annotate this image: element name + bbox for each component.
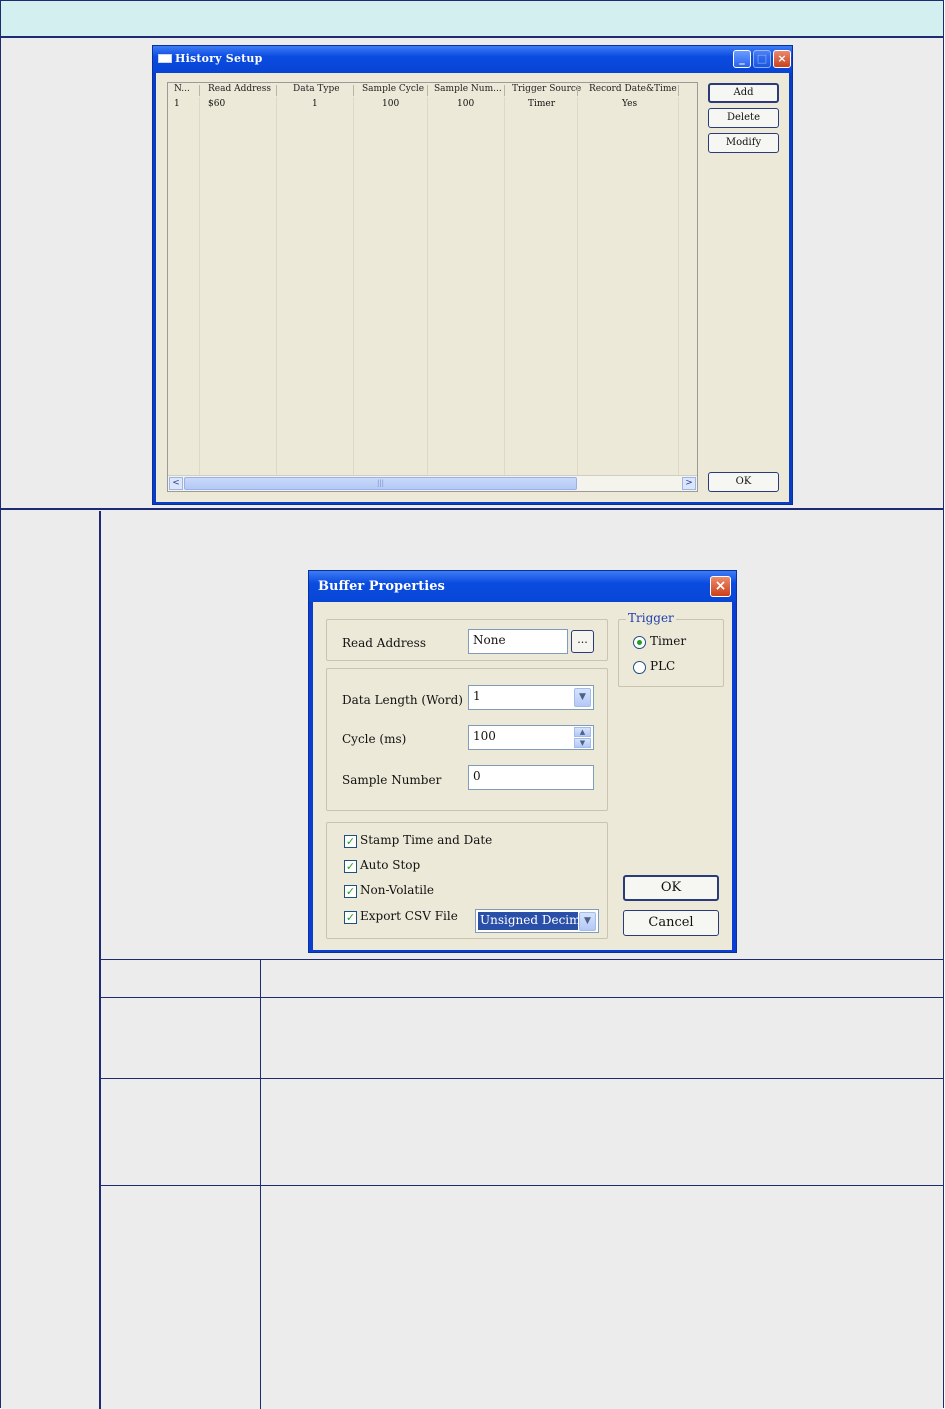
column-header-sample-num[interactable]: Sample Num... bbox=[434, 84, 502, 94]
browse-address-button[interactable]: ... bbox=[571, 630, 594, 653]
minimize-button[interactable]: _ bbox=[733, 50, 751, 68]
spin-up-icon[interactable]: ▲ bbox=[574, 727, 591, 737]
history-setup-window: History Setup _ □ × N... Read Address Da… bbox=[152, 45, 793, 505]
auto-stop-checkbox[interactable]: ✓ bbox=[344, 860, 357, 873]
data-length-dropdown[interactable]: 1 ▼ bbox=[468, 685, 594, 710]
non-volatile-checkbox[interactable]: ✓ bbox=[344, 885, 357, 898]
read-address-label: Read Address bbox=[342, 636, 426, 650]
cancel-button[interactable]: Cancel bbox=[623, 910, 719, 936]
history-setup-titlebar[interactable]: History Setup _ □ × bbox=[153, 46, 792, 73]
trigger-plc-label[interactable]: PLC bbox=[650, 659, 675, 673]
cycle-label: Cycle (ms) bbox=[342, 732, 407, 746]
modify-button[interactable]: Modify bbox=[708, 133, 779, 153]
history-table[interactable]: N... Read Address Data Type Sample Cycle… bbox=[167, 82, 698, 492]
stamp-time-label[interactable]: Stamp Time and Date bbox=[360, 833, 492, 847]
window-title: History Setup bbox=[175, 52, 263, 65]
non-volatile-label[interactable]: Non-Volatile bbox=[360, 883, 434, 897]
dialog-close-button[interactable]: × bbox=[710, 576, 731, 597]
page-frame: History Setup _ □ × N... Read Address Da… bbox=[0, 0, 944, 1409]
cell-sample-num: 100 bbox=[457, 99, 475, 109]
auto-stop-label[interactable]: Auto Stop bbox=[360, 858, 420, 872]
cell-read-address: $60 bbox=[208, 99, 226, 109]
radio-selected-icon bbox=[637, 640, 642, 645]
ok-button[interactable]: OK bbox=[623, 875, 719, 901]
trigger-legend: Trigger bbox=[626, 611, 676, 625]
stamp-time-checkbox[interactable]: ✓ bbox=[344, 835, 357, 848]
trigger-timer-radio[interactable] bbox=[633, 636, 646, 649]
cell-record-datetime: Yes bbox=[622, 99, 638, 109]
sample-number-label: Sample Number bbox=[342, 773, 442, 787]
maximize-icon: □ bbox=[756, 52, 768, 65]
column-header-read-address[interactable]: Read Address bbox=[208, 84, 271, 94]
add-button[interactable]: Add bbox=[708, 83, 779, 103]
cycle-stepper[interactable]: 100 ▲ ▼ bbox=[468, 725, 594, 750]
column-header-record-datetime[interactable]: Record Date&Time bbox=[589, 84, 677, 94]
close-icon: × bbox=[714, 578, 727, 594]
dialog-title: Buffer Properties bbox=[318, 579, 445, 594]
check-icon: ✓ bbox=[345, 911, 356, 924]
column-header-n[interactable]: N... bbox=[174, 84, 190, 94]
buffer-properties-body: Read Address None ... Trigger Timer PLC … bbox=[313, 602, 732, 950]
cell-n: 1 bbox=[174, 99, 180, 109]
scroll-thumb[interactable]: ||| bbox=[184, 477, 577, 490]
buffer-properties-dialog: Buffer Properties × Read Address None ..… bbox=[308, 570, 737, 953]
column-header-data-type[interactable]: Data Type bbox=[293, 84, 340, 94]
column-header-sample-cycle[interactable]: Sample Cycle bbox=[362, 84, 424, 94]
chevron-down-icon[interactable]: ▼ bbox=[579, 912, 596, 931]
sample-number-field[interactable]: 0 bbox=[468, 765, 594, 790]
delete-button[interactable]: Delete bbox=[708, 108, 779, 128]
trigger-timer-label[interactable]: Timer bbox=[650, 634, 686, 648]
export-csv-label[interactable]: Export CSV File bbox=[360, 909, 458, 923]
spin-down-icon[interactable]: ▼ bbox=[574, 738, 591, 748]
horizontal-scrollbar[interactable]: < ||| > bbox=[168, 475, 697, 491]
cycle-value: 100 bbox=[473, 729, 496, 743]
read-address-field[interactable]: None bbox=[468, 629, 568, 654]
data-length-label: Data Length (Word) bbox=[342, 693, 463, 707]
csv-format-dropdown[interactable]: Unsigned Decimal ▼ bbox=[475, 909, 599, 933]
cell-trigger-source: Timer bbox=[528, 99, 556, 109]
csv-format-value: Unsigned Decimal bbox=[478, 912, 578, 930]
table-header: N... Read Address Data Type Sample Cycle… bbox=[168, 83, 697, 97]
column-header-trigger-source[interactable]: Trigger Source bbox=[512, 84, 581, 94]
close-icon: × bbox=[777, 52, 787, 65]
scroll-right-icon[interactable]: > bbox=[682, 477, 696, 490]
window-app-icon bbox=[158, 54, 172, 63]
minimize-icon: _ bbox=[739, 52, 745, 65]
trigger-group bbox=[618, 619, 724, 687]
trigger-plc-radio[interactable] bbox=[633, 661, 646, 674]
check-icon: ✓ bbox=[345, 835, 356, 848]
scroll-left-icon[interactable]: < bbox=[169, 477, 183, 490]
cell-data-type: 1 bbox=[312, 99, 318, 109]
check-icon: ✓ bbox=[345, 860, 356, 873]
maximize-button[interactable]: □ bbox=[753, 50, 771, 68]
export-csv-checkbox[interactable]: ✓ bbox=[344, 911, 357, 924]
buffer-properties-titlebar[interactable]: Buffer Properties × bbox=[309, 571, 736, 602]
cell-sample-cycle: 100 bbox=[382, 99, 400, 109]
chevron-down-icon[interactable]: ▼ bbox=[574, 688, 591, 707]
history-setup-body: N... Read Address Data Type Sample Cycle… bbox=[156, 73, 789, 502]
ok-button[interactable]: OK bbox=[708, 472, 779, 492]
header-band bbox=[1, 1, 943, 38]
check-icon: ✓ bbox=[345, 885, 356, 898]
close-button[interactable]: × bbox=[773, 50, 791, 68]
table-row[interactable]: 1 $60 1 100 100 Timer Yes bbox=[168, 98, 697, 110]
data-length-value: 1 bbox=[473, 689, 481, 703]
